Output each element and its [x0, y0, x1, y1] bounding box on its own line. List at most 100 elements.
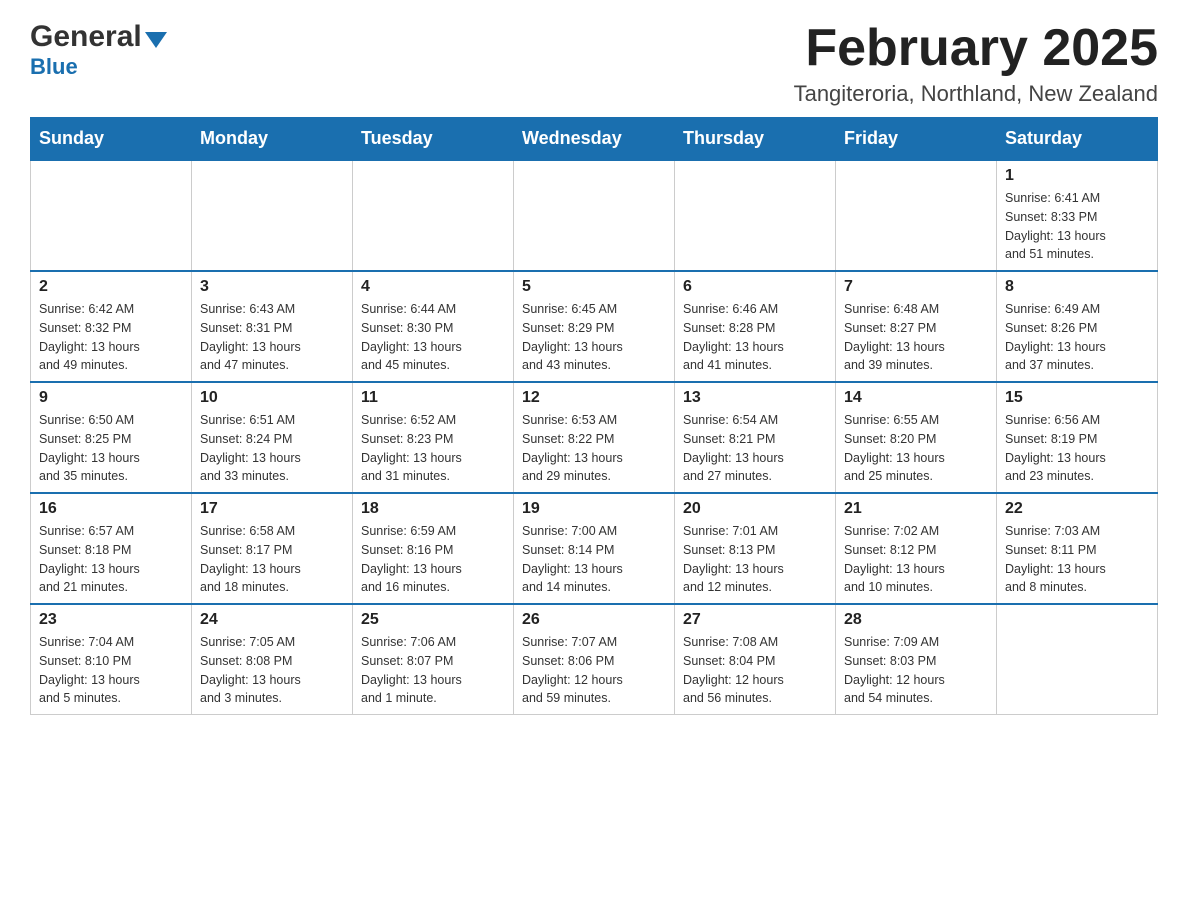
table-row: 14 Sunrise: 6:55 AMSunset: 8:20 PMDayligh…	[836, 382, 997, 493]
day-number: 19	[522, 500, 666, 518]
day-info: Sunrise: 7:02 AMSunset: 8:12 PMDaylight:…	[844, 522, 988, 597]
day-number: 3	[200, 278, 344, 296]
table-row: 6 Sunrise: 6:46 AMSunset: 8:28 PMDaylight…	[675, 271, 836, 382]
day-number: 14	[844, 389, 988, 407]
day-info: Sunrise: 6:56 AMSunset: 8:19 PMDaylight:…	[1005, 411, 1149, 486]
day-info: Sunrise: 6:42 AMSunset: 8:32 PMDaylight:…	[39, 300, 183, 375]
day-info: Sunrise: 6:49 AMSunset: 8:26 PMDaylight:…	[1005, 300, 1149, 375]
day-info: Sunrise: 6:54 AMSunset: 8:21 PMDaylight:…	[683, 411, 827, 486]
day-number: 18	[361, 500, 505, 518]
day-info: Sunrise: 6:44 AMSunset: 8:30 PMDaylight:…	[361, 300, 505, 375]
day-info: Sunrise: 6:52 AMSunset: 8:23 PMDaylight:…	[361, 411, 505, 486]
day-number: 1	[1005, 167, 1149, 185]
day-number: 13	[683, 389, 827, 407]
day-info: Sunrise: 7:05 AMSunset: 8:08 PMDaylight:…	[200, 633, 344, 708]
calendar-table: Sunday Monday Tuesday Wednesday Thursday…	[30, 117, 1158, 715]
location-subtitle: Tangiteroria, Northland, New Zealand	[794, 81, 1158, 107]
table-row: 18 Sunrise: 6:59 AMSunset: 8:16 PMDayligh…	[353, 493, 514, 604]
day-number: 21	[844, 500, 988, 518]
calendar-week-row: 16 Sunrise: 6:57 AMSunset: 8:18 PMDayligh…	[31, 493, 1158, 604]
day-number: 28	[844, 611, 988, 629]
day-info: Sunrise: 7:01 AMSunset: 8:13 PMDaylight:…	[683, 522, 827, 597]
logo-blue-text: Blue	[30, 54, 78, 80]
day-info: Sunrise: 6:57 AMSunset: 8:18 PMDaylight:…	[39, 522, 183, 597]
month-title: February 2025	[794, 20, 1158, 77]
day-info: Sunrise: 6:59 AMSunset: 8:16 PMDaylight:…	[361, 522, 505, 597]
day-info: Sunrise: 6:55 AMSunset: 8:20 PMDaylight:…	[844, 411, 988, 486]
page-header: General Blue February 2025 Tangiteroria,…	[30, 20, 1158, 107]
weekday-header-row: Sunday Monday Tuesday Wednesday Thursday…	[31, 118, 1158, 161]
table-row: 24 Sunrise: 7:05 AMSunset: 8:08 PMDayligh…	[192, 604, 353, 715]
day-info: Sunrise: 6:48 AMSunset: 8:27 PMDaylight:…	[844, 300, 988, 375]
day-number: 12	[522, 389, 666, 407]
day-info: Sunrise: 7:04 AMSunset: 8:10 PMDaylight:…	[39, 633, 183, 708]
day-number: 25	[361, 611, 505, 629]
day-info: Sunrise: 7:09 AMSunset: 8:03 PMDaylight:…	[844, 633, 988, 708]
table-row	[836, 160, 997, 271]
day-info: Sunrise: 7:00 AMSunset: 8:14 PMDaylight:…	[522, 522, 666, 597]
table-row: 23 Sunrise: 7:04 AMSunset: 8:10 PMDayligh…	[31, 604, 192, 715]
table-row: 15 Sunrise: 6:56 AMSunset: 8:19 PMDayligh…	[997, 382, 1158, 493]
day-info: Sunrise: 7:07 AMSunset: 8:06 PMDaylight:…	[522, 633, 666, 708]
day-number: 8	[1005, 278, 1149, 296]
day-info: Sunrise: 6:51 AMSunset: 8:24 PMDaylight:…	[200, 411, 344, 486]
table-row: 22 Sunrise: 7:03 AMSunset: 8:11 PMDayligh…	[997, 493, 1158, 604]
table-row: 5 Sunrise: 6:45 AMSunset: 8:29 PMDaylight…	[514, 271, 675, 382]
table-row: 4 Sunrise: 6:44 AMSunset: 8:30 PMDaylight…	[353, 271, 514, 382]
table-row: 25 Sunrise: 7:06 AMSunset: 8:07 PMDayligh…	[353, 604, 514, 715]
day-info: Sunrise: 6:50 AMSunset: 8:25 PMDaylight:…	[39, 411, 183, 486]
table-row	[353, 160, 514, 271]
header-thursday: Thursday	[675, 118, 836, 161]
day-number: 7	[844, 278, 988, 296]
day-number: 22	[1005, 500, 1149, 518]
table-row: 28 Sunrise: 7:09 AMSunset: 8:03 PMDayligh…	[836, 604, 997, 715]
day-number: 4	[361, 278, 505, 296]
day-number: 15	[1005, 389, 1149, 407]
table-row: 16 Sunrise: 6:57 AMSunset: 8:18 PMDayligh…	[31, 493, 192, 604]
table-row: 9 Sunrise: 6:50 AMSunset: 8:25 PMDaylight…	[31, 382, 192, 493]
header-saturday: Saturday	[997, 118, 1158, 161]
header-friday: Friday	[836, 118, 997, 161]
table-row: 26 Sunrise: 7:07 AMSunset: 8:06 PMDayligh…	[514, 604, 675, 715]
day-info: Sunrise: 7:03 AMSunset: 8:11 PMDaylight:…	[1005, 522, 1149, 597]
day-info: Sunrise: 7:08 AMSunset: 8:04 PMDaylight:…	[683, 633, 827, 708]
day-number: 10	[200, 389, 344, 407]
title-area: February 2025 Tangiteroria, Northland, N…	[794, 20, 1158, 107]
logo-general-text: General	[30, 20, 142, 54]
calendar-week-row: 1 Sunrise: 6:41 AMSunset: 8:33 PMDaylight…	[31, 160, 1158, 271]
table-row: 12 Sunrise: 6:53 AMSunset: 8:22 PMDayligh…	[514, 382, 675, 493]
day-info: Sunrise: 6:46 AMSunset: 8:28 PMDaylight:…	[683, 300, 827, 375]
day-number: 26	[522, 611, 666, 629]
logo: General Blue	[30, 20, 167, 80]
header-wednesday: Wednesday	[514, 118, 675, 161]
calendar-week-row: 9 Sunrise: 6:50 AMSunset: 8:25 PMDaylight…	[31, 382, 1158, 493]
table-row: 10 Sunrise: 6:51 AMSunset: 8:24 PMDayligh…	[192, 382, 353, 493]
table-row: 1 Sunrise: 6:41 AMSunset: 8:33 PMDaylight…	[997, 160, 1158, 271]
day-number: 27	[683, 611, 827, 629]
calendar-week-row: 2Sunrise: 6:42 AMSunset: 8:32 PMDaylight…	[31, 271, 1158, 382]
day-number: 16	[39, 500, 183, 518]
day-number: 9	[39, 389, 183, 407]
day-number: 11	[361, 389, 505, 407]
header-sunday: Sunday	[31, 118, 192, 161]
day-number: 23	[39, 611, 183, 629]
table-row: 13 Sunrise: 6:54 AMSunset: 8:21 PMDayligh…	[675, 382, 836, 493]
day-info: Sunrise: 6:45 AMSunset: 8:29 PMDaylight:…	[522, 300, 666, 375]
table-row: 27 Sunrise: 7:08 AMSunset: 8:04 PMDayligh…	[675, 604, 836, 715]
table-row: 19 Sunrise: 7:00 AMSunset: 8:14 PMDayligh…	[514, 493, 675, 604]
table-row: 7 Sunrise: 6:48 AMSunset: 8:27 PMDaylight…	[836, 271, 997, 382]
table-row	[675, 160, 836, 271]
day-info: Sunrise: 7:06 AMSunset: 8:07 PMDaylight:…	[361, 633, 505, 708]
table-row: 20Sunrise: 7:01 AMSunset: 8:13 PMDayligh…	[675, 493, 836, 604]
calendar-week-row: 23 Sunrise: 7:04 AMSunset: 8:10 PMDayligh…	[31, 604, 1158, 715]
header-tuesday: Tuesday	[353, 118, 514, 161]
day-info: Sunrise: 6:41 AMSunset: 8:33 PMDaylight:…	[1005, 189, 1149, 264]
table-row: 8 Sunrise: 6:49 AMSunset: 8:26 PMDaylight…	[997, 271, 1158, 382]
day-info: Sunrise: 6:58 AMSunset: 8:17 PMDaylight:…	[200, 522, 344, 597]
logo-triangle-icon	[145, 32, 167, 48]
day-number: 5	[522, 278, 666, 296]
day-info: Sunrise: 6:53 AMSunset: 8:22 PMDaylight:…	[522, 411, 666, 486]
day-number: 17	[200, 500, 344, 518]
day-number: 24	[200, 611, 344, 629]
day-number: 6	[683, 278, 827, 296]
